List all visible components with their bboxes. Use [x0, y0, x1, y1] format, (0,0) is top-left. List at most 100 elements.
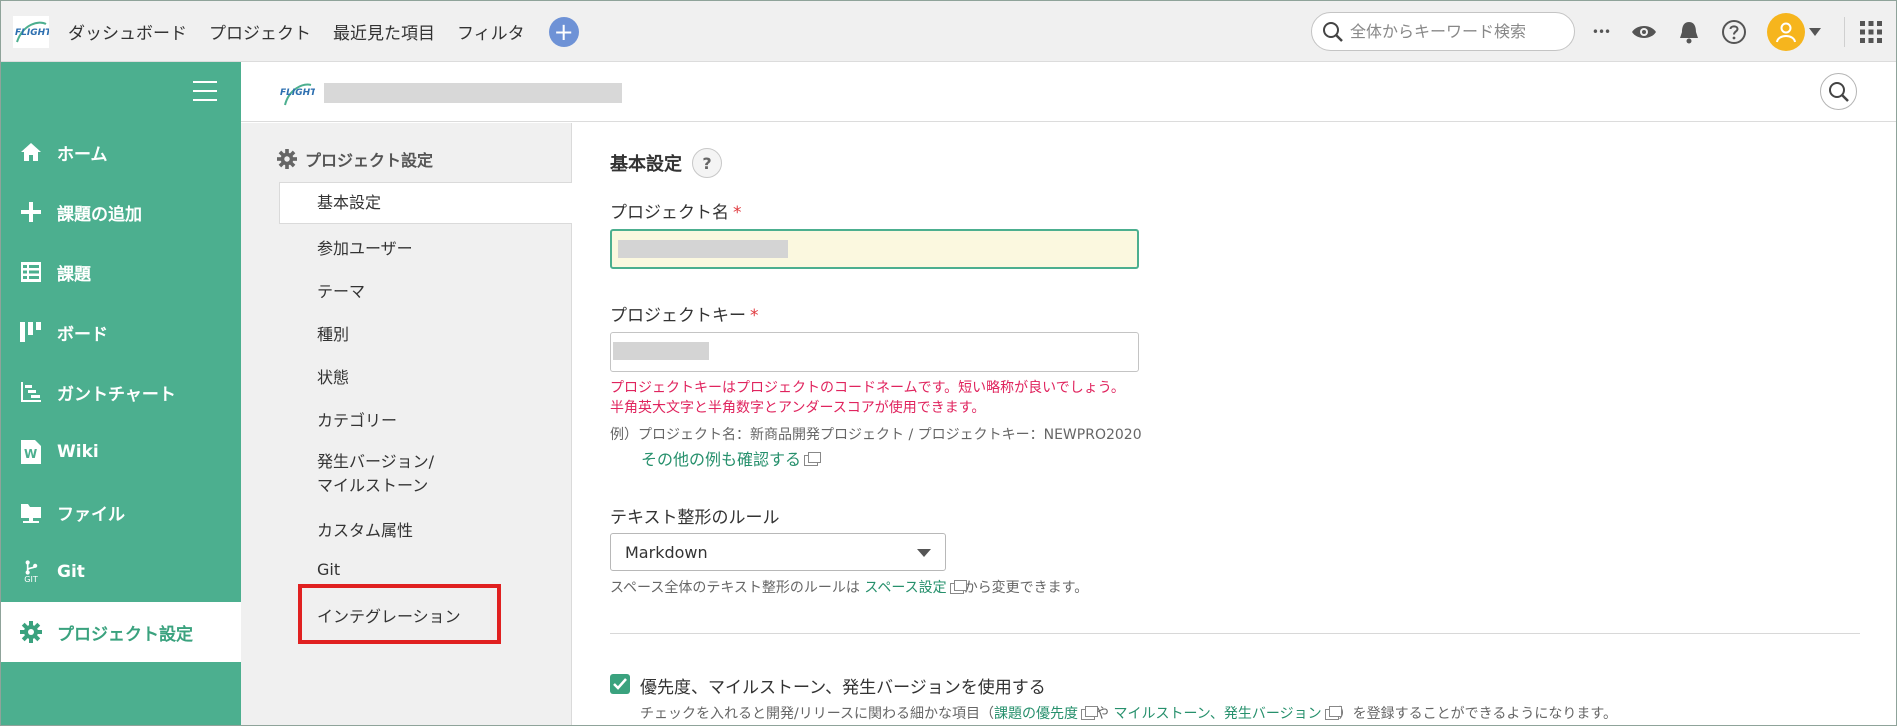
menu-toggle-button[interactable]	[193, 81, 217, 101]
top-nav: ダッシュボード プロジェクト 最近見た項目 フィルタ +	[68, 1, 579, 62]
help-icon[interactable]: ?	[692, 148, 722, 178]
nav-projects[interactable]: プロジェクト	[209, 19, 311, 44]
project-name-label-text: プロジェクト名	[610, 203, 729, 223]
sidebar-item-label: 課題の追加	[57, 204, 142, 225]
add-button[interactable]: +	[548, 16, 579, 47]
submenu-title: プロジェクト設定	[277, 147, 433, 171]
watch-button[interactable]	[1629, 17, 1659, 47]
more-examples: その他の例も確認する	[641, 446, 822, 470]
sidebar-item-board[interactable]: ボード	[1, 302, 241, 362]
project-key-field[interactable]	[610, 332, 1139, 372]
nav-filter[interactable]: フィルタ	[457, 19, 525, 44]
main-content: 基本設定 ? プロジェクト名 * プロジェクトキー * プロジェクトキーはプロジェク…	[572, 123, 1896, 725]
submenu-item-issue-types[interactable]: 種別	[279, 321, 572, 345]
section-divider	[610, 633, 1860, 634]
user-menu-dropdown[interactable]	[1807, 17, 1823, 47]
project-key-error-2: 半角英大文字と半角数字とアンダースコアが使用できます。	[610, 400, 986, 416]
submenu-item-status[interactable]: 状態	[279, 364, 572, 388]
project-name-redacted	[324, 83, 622, 103]
external-link-icon	[1324, 705, 1342, 720]
file-icon	[19, 500, 43, 524]
sidebar-item-label: ガントチャート	[57, 384, 176, 405]
use-milestones-label[interactable]: 優先度、マイルストーン、発生バージョンを使用する	[640, 673, 1046, 698]
more-icon: •••	[1591, 25, 1611, 39]
bell-icon	[1680, 22, 1698, 44]
hamburger-line	[193, 99, 217, 101]
global-search[interactable]	[1311, 12, 1575, 51]
sidebar-item-home[interactable]: ホーム	[1, 122, 241, 182]
more-examples-link[interactable]: その他の例も確認する	[641, 450, 801, 469]
nav-dashboard[interactable]: ダッシュボード	[68, 19, 187, 44]
user-avatar[interactable]	[1767, 13, 1805, 51]
text-rule-selected-value: Markdown	[625, 542, 708, 562]
app-window: FLIGHT ダッシュボード プロジェクト 最近見た項目 フィルタ + •••	[0, 0, 1897, 726]
project-header: FLIGHT	[241, 62, 1896, 122]
logo-text: FLIGHT	[15, 28, 49, 38]
checkbox-hint-post: ）を登録することができるようになります。	[1338, 706, 1617, 722]
help-button[interactable]	[1719, 17, 1749, 47]
use-milestones-checkbox[interactable]	[610, 674, 630, 694]
section-title: 基本設定 ?	[610, 148, 722, 178]
project-key-value-redacted	[613, 342, 709, 360]
gear-icon	[277, 149, 297, 169]
text-rule-select[interactable]: Markdown	[610, 533, 946, 571]
sidebar-item-gantt[interactable]: ガントチャート	[1, 362, 241, 422]
git-icon-caption: GIT	[24, 575, 38, 584]
submenu-item-git[interactable]: Git	[279, 560, 572, 579]
project-name-field[interactable]	[610, 229, 1139, 269]
hamburger-line	[193, 81, 217, 83]
priority-link[interactable]: 課題の優先度	[994, 706, 1078, 722]
sidebar-item-project-settings[interactable]: プロジェクト設定	[1, 602, 241, 662]
project-logo[interactable]: FLIGHT	[279, 75, 317, 109]
sidebar-item-label: プロジェクト設定	[57, 624, 193, 645]
sidebar-item-label: ホーム	[57, 144, 108, 165]
sidebar-item-label: ボード	[57, 324, 108, 345]
required-mark: *	[733, 203, 742, 223]
gantt-icon	[19, 380, 43, 404]
project-key-example: 例）プロジェクト名：新商品開発プロジェクト / プロジェクトキー：NEWPRO2…	[610, 427, 1142, 443]
project-name-value-redacted	[618, 240, 788, 258]
submenu-item-categories[interactable]: カテゴリー	[279, 407, 572, 431]
use-milestones-hint: チェックを入れると開発/リリースに関わる細かな項目（課題の優先度や マイルストー…	[640, 703, 1617, 723]
sidebar-item-issues[interactable]: 課題	[1, 242, 241, 302]
text-rule-label: テキスト整形のルール	[610, 508, 780, 528]
hamburger-line	[193, 90, 217, 92]
submenu-item-basic[interactable]: 基本設定	[279, 182, 572, 224]
required-mark: *	[750, 306, 759, 326]
submenu-item-versions-line1: 発生バージョン/	[317, 452, 435, 471]
more-menu-button[interactable]: •••	[1586, 17, 1616, 47]
project-name-label: プロジェクト名 *	[610, 198, 742, 223]
sidebar-item-git[interactable]: GIT Git	[1, 542, 241, 602]
project-key-label: プロジェクトキー *	[610, 301, 759, 326]
app-switcher-button[interactable]	[1856, 17, 1886, 47]
logo-text: FLIGHT	[280, 88, 315, 98]
submenu-item-members[interactable]: 参加ユーザー	[279, 235, 572, 259]
app-logo[interactable]: FLIGHT	[13, 16, 52, 48]
text-rule-hint-pre: スペース全体のテキスト整形のルールは	[610, 580, 860, 596]
sidebar: ホーム 課題の追加 課題 ボード ガントチャート W Wiki ファイル GIT…	[1, 62, 241, 725]
git-icon: GIT	[19, 560, 43, 584]
search-icon	[1323, 21, 1343, 42]
milestone-link[interactable]: マイルストーン、発生バージョン	[1113, 706, 1321, 722]
section-title-text: 基本設定	[610, 154, 682, 175]
check-icon	[613, 678, 627, 690]
sidebar-item-add-issue[interactable]: 課題の追加	[1, 182, 241, 242]
eye-icon	[1632, 26, 1656, 38]
sidebar-item-files[interactable]: ファイル	[1, 482, 241, 542]
submenu-title-text: プロジェクト設定	[305, 151, 434, 170]
submenu-item-theme[interactable]: テーマ	[279, 278, 572, 302]
submenu-item-custom-fields[interactable]: カスタム属性	[279, 517, 572, 541]
search-icon	[1828, 81, 1849, 102]
sidebar-item-wiki[interactable]: W Wiki	[1, 422, 241, 482]
submenu-item-versions[interactable]: 発生バージョン/ マイルストーン	[279, 450, 572, 498]
external-link-icon	[949, 579, 967, 594]
flight-logo-icon: FLIGHT	[280, 83, 317, 106]
project-key-error-1: プロジェクトキーはプロジェクトのコードネームです。短い略称が良いでしょう。	[610, 380, 1125, 396]
notification-button[interactable]	[1674, 17, 1704, 47]
global-search-input[interactable]	[1350, 22, 1550, 41]
svg-text:W: W	[24, 447, 37, 461]
project-search-button[interactable]	[1820, 73, 1857, 110]
nav-recent[interactable]: 最近見た項目	[333, 19, 435, 44]
sidebar-item-label: ファイル	[57, 504, 125, 525]
space-settings-link[interactable]: スペース設定	[864, 580, 946, 596]
